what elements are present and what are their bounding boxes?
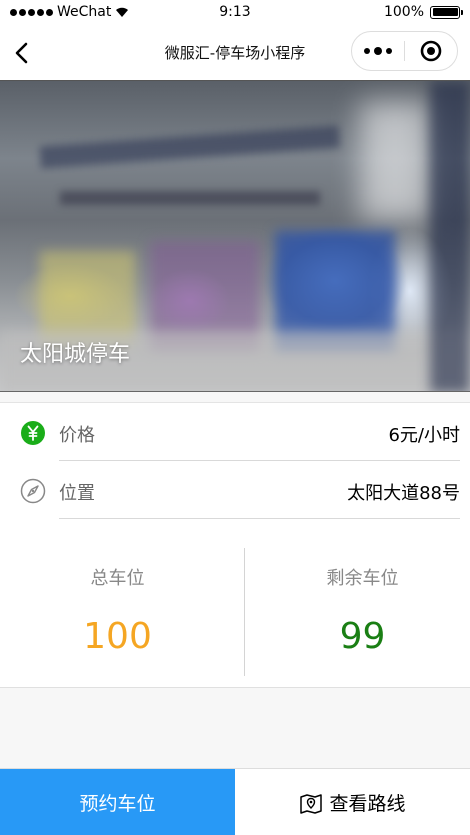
battery-fill [432,8,458,16]
parking-lot-name: 太阳城停车 [20,342,131,367]
battery-icon [430,5,463,19]
book-space-button[interactable]: 预约车位 [0,769,235,835]
battery-percent: 100% [383,4,424,20]
price-value: 6元/小时 [388,425,460,446]
view-route-button[interactable]: 查看路线 [235,769,470,835]
bottom-action-bar: 预约车位 查看路线 [0,768,470,835]
close-target-glyph [420,40,442,62]
mini-program-capsule [351,31,458,71]
parking-lot-photo: 太阳城停车 [0,80,470,392]
target-close-icon[interactable] [405,31,457,71]
status-right: 100% [383,4,463,20]
compass-icon [20,478,46,504]
view-route-label: 查看路线 [329,793,406,815]
total-spaces: 总车位 100 [0,548,235,678]
location-value: 太阳大道88号 [347,483,460,504]
location-label: 位置 [59,483,95,504]
price-label: 价格 [59,425,95,446]
total-spaces-label: 总车位 [90,568,145,589]
yuan-coin-icon [21,421,45,445]
divider [59,518,460,519]
more-dots-icon[interactable] [352,31,404,71]
remaining-spaces: 剩余车位 99 [245,548,470,678]
total-spaces-value: 100 [83,616,152,657]
nav-bar: 微服汇-停车场小程序 [0,26,470,80]
parking-info-card: 价格 6元/小时 位置 太阳大道88号 总车位 100 剩余车位 99 [0,402,470,688]
map-icon [300,793,323,814]
remaining-spaces-label: 剩余车位 [326,568,399,589]
location-row[interactable]: 位置 太阳大道88号 [0,461,470,519]
price-row: 价格 6元/小时 [0,403,470,461]
status-bar: WeChat 9:13 100% [0,0,470,26]
remaining-spaces-value: 99 [339,616,386,657]
parking-stats: 总车位 100 剩余车位 99 [0,548,470,678]
